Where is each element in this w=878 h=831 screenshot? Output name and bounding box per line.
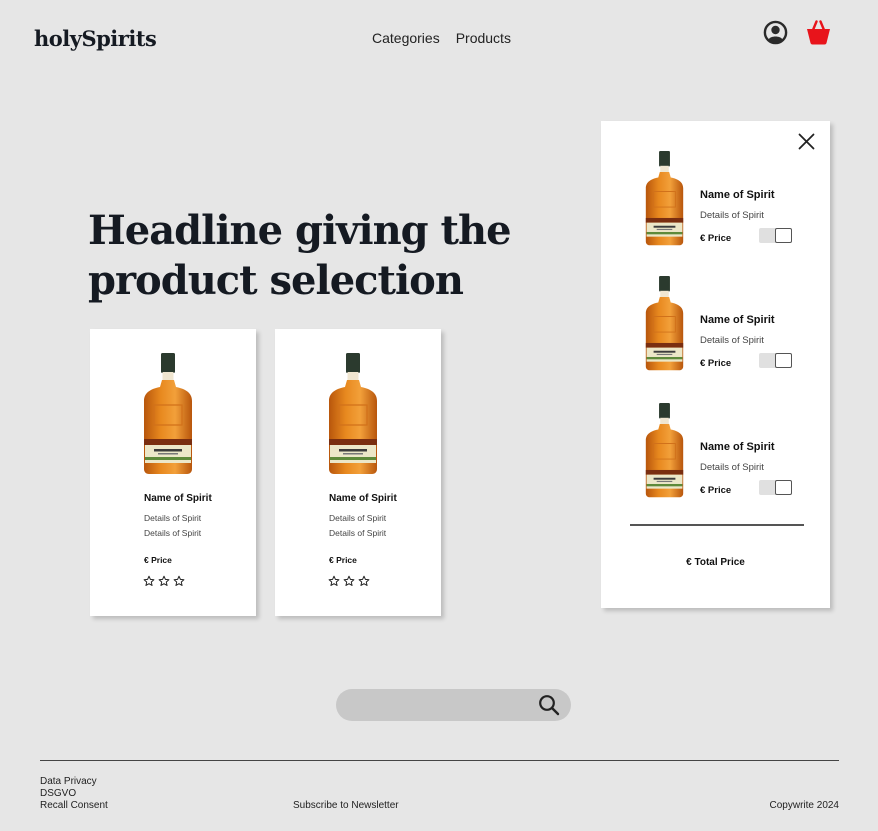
whiskey-bottle-image	[644, 403, 685, 498]
search-icon[interactable]	[538, 694, 560, 716]
headline-line-2: product selection	[88, 257, 464, 304]
cart-item: Name of Spirit Details of Spirit € Price	[601, 403, 830, 503]
toggle-knob	[775, 480, 792, 495]
close-icon[interactable]	[798, 133, 815, 150]
product-price: € Price	[144, 555, 172, 565]
product-details: Details of Spirit	[329, 528, 387, 538]
star-outline-icon[interactable]	[143, 575, 155, 587]
newsletter-link[interactable]: Subscribe to Newsletter	[293, 800, 399, 811]
star-outline-icon[interactable]	[173, 575, 185, 587]
cart-item-price: € Price	[700, 485, 732, 496]
user-circle-icon[interactable]	[763, 20, 788, 45]
product-details: Details of Spirit	[144, 528, 202, 538]
footer-link-recall-consent[interactable]: Recall Consent	[40, 800, 108, 812]
product-name: Name of Spirit	[329, 493, 397, 504]
search-input[interactable]	[350, 689, 530, 721]
whiskey-bottle-image	[644, 276, 685, 371]
cart-panel: Name of Spirit Details of Spirit € Price…	[601, 121, 830, 608]
cart-item-details: Details of Spirit	[700, 210, 764, 221]
product-price: € Price	[329, 555, 357, 565]
nav-products[interactable]: Products	[456, 30, 511, 46]
star-outline-icon[interactable]	[328, 575, 340, 587]
cart-item-toggle[interactable]	[759, 480, 792, 495]
cart-item-name: Name of Spirit	[700, 314, 775, 326]
product-details: Details of Spirit	[144, 513, 202, 523]
footer-links: Data Privacy DSGVO Recall Consent	[40, 776, 108, 812]
nav-categories[interactable]: Categories	[372, 30, 440, 46]
star-outline-icon[interactable]	[358, 575, 370, 587]
cart-item-name: Name of Spirit	[700, 441, 775, 453]
cart-item-toggle[interactable]	[759, 353, 792, 368]
search-bar	[336, 689, 571, 721]
shopping-basket-icon[interactable]	[806, 19, 831, 45]
cart-item-details: Details of Spirit	[700, 335, 764, 346]
cart-item-price: € Price	[700, 233, 732, 244]
cart-item-toggle[interactable]	[759, 228, 792, 243]
whiskey-bottle-image	[644, 151, 685, 246]
product-card[interactable]: Name of Spirit Details of Spirit Details…	[275, 329, 441, 616]
cart-item-price: € Price	[700, 358, 732, 369]
footer-divider	[40, 760, 839, 761]
hero-headline: Headline giving the product selection	[88, 206, 528, 306]
product-name: Name of Spirit	[144, 493, 212, 504]
product-details: Details of Spirit	[329, 513, 387, 523]
headline-line-1: Headline giving the	[88, 207, 512, 254]
cart-item-name: Name of Spirit	[700, 189, 775, 201]
cart-total-price: € Total Price	[686, 557, 745, 568]
cart-item: Name of Spirit Details of Spirit € Price	[601, 276, 830, 376]
cart-divider	[630, 524, 804, 526]
star-outline-icon[interactable]	[343, 575, 355, 587]
star-outline-icon[interactable]	[158, 575, 170, 587]
copyright-text: Copywrite 2024	[769, 800, 839, 811]
star-rating[interactable]	[143, 575, 185, 587]
product-card[interactable]: Name of Spirit Details of Spirit Details…	[90, 329, 256, 616]
cart-item-details: Details of Spirit	[700, 462, 764, 473]
logo[interactable]: holySpirits	[34, 26, 157, 51]
whiskey-bottle-image	[142, 353, 194, 475]
toggle-knob	[775, 228, 792, 243]
cart-item: Name of Spirit Details of Spirit € Price	[601, 151, 830, 251]
whiskey-bottle-image	[327, 353, 379, 475]
footer-link-dsgvo[interactable]: DSGVO	[40, 788, 108, 800]
footer-link-data-privacy[interactable]: Data Privacy	[40, 776, 108, 788]
toggle-knob	[775, 353, 792, 368]
main-nav: Categories Products	[372, 30, 511, 46]
star-rating[interactable]	[328, 575, 370, 587]
